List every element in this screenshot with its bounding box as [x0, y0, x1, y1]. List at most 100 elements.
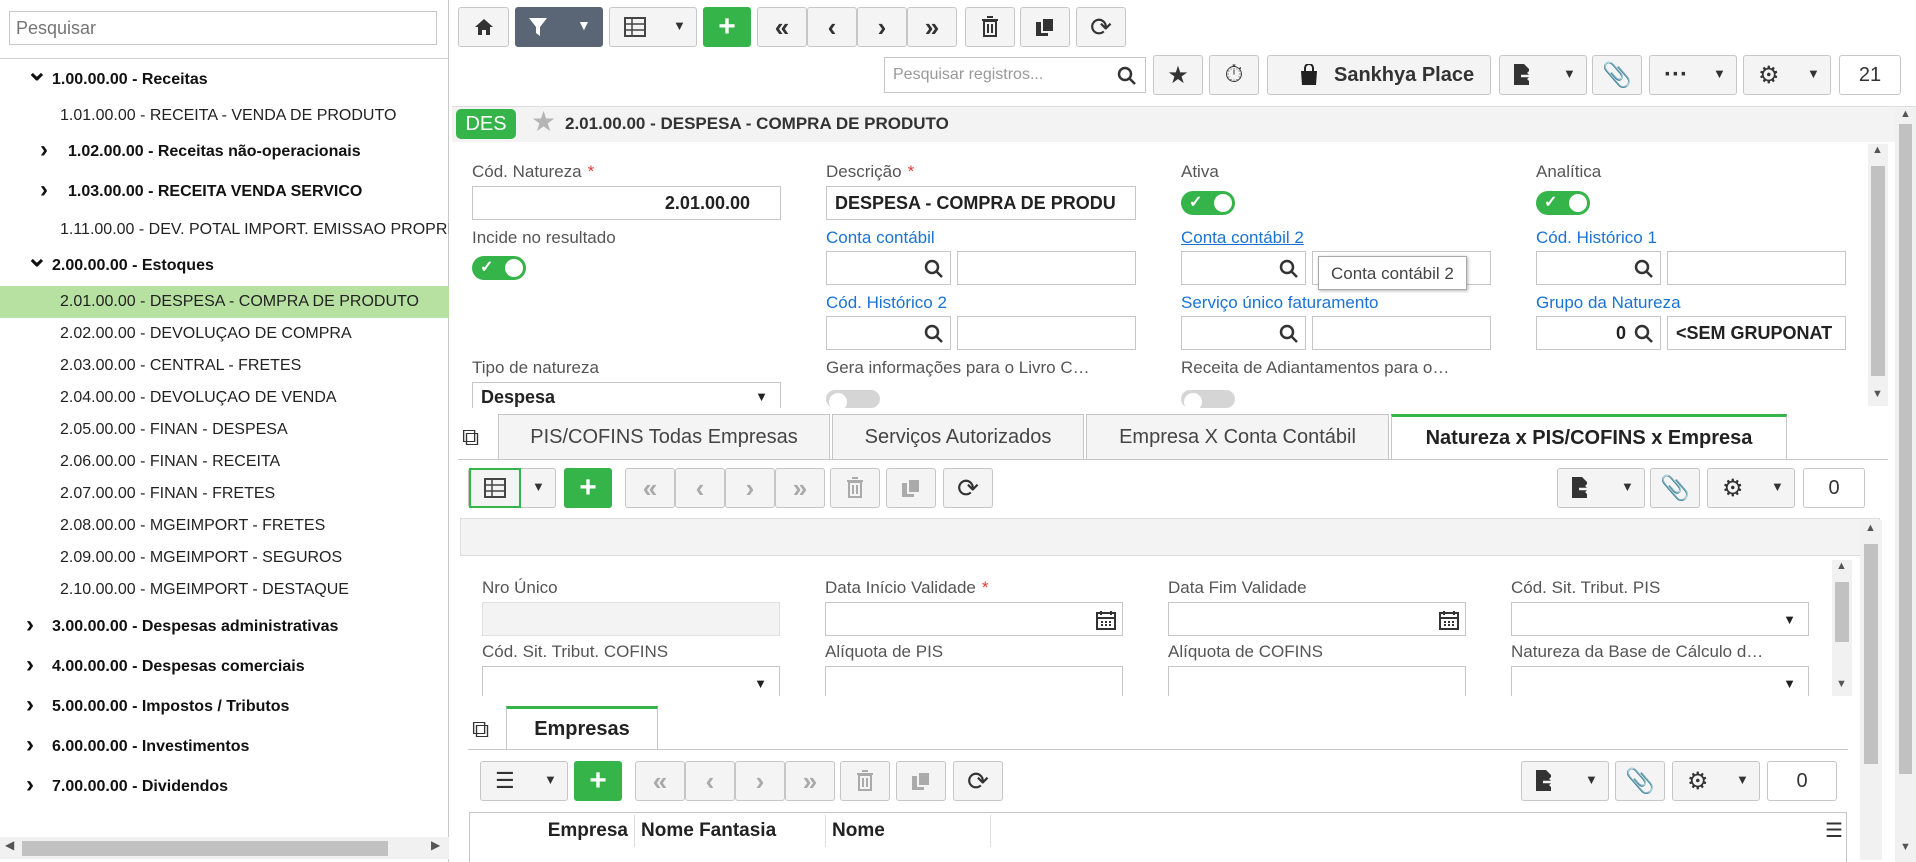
delete-button[interactable]: [965, 7, 1015, 47]
chevron-right-icon[interactable]: ›: [40, 136, 48, 166]
cod-historico1-code-field[interactable]: [1536, 251, 1661, 285]
favorite-button[interactable]: ★: [1153, 55, 1203, 95]
tree-item[interactable]: 2.08.00.00 - MGEIMPORT - FRETES: [0, 510, 449, 542]
duplicate-button[interactable]: [1020, 7, 1070, 47]
search-icon[interactable]: [1117, 66, 1137, 86]
data-inicio-field[interactable]: [825, 602, 1123, 636]
conta-contabil2-label[interactable]: Conta contábil 2: [1181, 228, 1304, 248]
tree-search-input[interactable]: [9, 11, 437, 45]
tree-item[interactable]: 2.02.00.00 - DEVOLUÇAO DE COMPRA: [0, 318, 449, 350]
tipo-natureza-select[interactable]: Despesa ▼: [472, 382, 781, 408]
scroll-up-icon[interactable]: ▲: [1836, 560, 1847, 572]
form-vertical-scrollbar[interactable]: ▲ ▼: [1868, 144, 1888, 406]
column-header-empresa[interactable]: Empresa: [470, 815, 635, 847]
cod-historico2-code-field[interactable]: [826, 316, 951, 350]
cod-historico1-label[interactable]: Cód. Histórico 1: [1536, 228, 1657, 248]
copy-icon[interactable]: ⧉: [472, 716, 489, 744]
tree-item[interactable]: › 4.00.00.00 - Despesas comerciais: [0, 651, 449, 683]
scroll-thumb[interactable]: [22, 841, 388, 856]
timer-button[interactable]: ⏱: [1209, 55, 1259, 95]
calendar-icon[interactable]: [1439, 610, 1459, 630]
tree-item[interactable]: › 6.00.00.00 - Investimentos: [0, 731, 449, 763]
add-button[interactable]: +: [564, 468, 612, 508]
servico-unico-label[interactable]: Serviço único faturamento: [1181, 293, 1379, 313]
subform-vertical-scrollbar[interactable]: ▲ ▼: [1832, 560, 1852, 696]
scroll-right-icon[interactable]: ▶: [431, 838, 440, 852]
settings-button[interactable]: ⚙ ▼: [1707, 468, 1795, 508]
tree-item[interactable]: 1.01.00.00 - RECEITA - VENDA DE PRODUTO: [0, 100, 449, 132]
scroll-down-icon[interactable]: ▼: [1872, 388, 1883, 400]
home-button[interactable]: [458, 7, 509, 47]
cst-cofins-select[interactable]: ▼: [482, 666, 780, 696]
scroll-thumb[interactable]: [1871, 166, 1885, 376]
next-record-button[interactable]: ›: [735, 761, 785, 801]
chevron-down-icon[interactable]: ▼: [1563, 66, 1576, 81]
previous-record-button[interactable]: ‹: [685, 761, 735, 801]
chevron-right-icon[interactable]: ›: [26, 611, 34, 641]
search-icon[interactable]: [1634, 324, 1654, 344]
tree-item[interactable]: › 7.00.00.00 - Dividendos: [0, 771, 449, 803]
tree-item[interactable]: ⌄ 1.00.00.00 - Receitas: [0, 64, 449, 96]
delete-button[interactable]: [830, 468, 880, 508]
next-record-button[interactable]: ›: [725, 468, 775, 508]
chevron-down-icon[interactable]: ▼: [755, 389, 768, 404]
incide-toggle[interactable]: ✓: [472, 256, 526, 280]
cod-natureza-field[interactable]: 2.01.00.00: [472, 186, 781, 220]
chevron-right-icon[interactable]: ›: [26, 651, 34, 681]
chevron-down-icon[interactable]: ▼: [1771, 479, 1784, 494]
scroll-thumb[interactable]: [1899, 124, 1912, 774]
tree-item[interactable]: 2.05.00.00 - FINAN - DESPESA: [0, 414, 449, 446]
last-record-button[interactable]: »: [907, 7, 957, 47]
grid-view-button[interactable]: ▼: [468, 468, 556, 508]
last-record-button[interactable]: »: [785, 761, 835, 801]
refresh-button[interactable]: ⟳: [953, 761, 1003, 801]
tab-servicos-autorizados[interactable]: Serviços Autorizados: [832, 414, 1084, 460]
tree-item[interactable]: 2.03.00.00 - CENTRAL - FRETES: [0, 350, 449, 382]
column-header-nome[interactable]: Nome: [826, 815, 991, 847]
add-button[interactable]: +: [574, 761, 622, 801]
attachment-button[interactable]: 📎: [1650, 468, 1700, 508]
star-icon[interactable]: ★: [531, 105, 556, 138]
scroll-thumb[interactable]: [1835, 582, 1849, 642]
grupo-natureza-label[interactable]: Grupo da Natureza: [1536, 293, 1681, 313]
tab-empresas[interactable]: Empresas: [506, 706, 658, 750]
livro-toggle[interactable]: [826, 390, 880, 411]
copy-icon[interactable]: ⧉: [462, 424, 479, 452]
tree-item[interactable]: › 1.03.00.00 - RECEITA VENDA SERVICO: [0, 176, 449, 208]
conta-contabil-label[interactable]: Conta contábil: [826, 228, 935, 248]
chevron-down-icon[interactable]: ▼: [1807, 66, 1820, 81]
add-button[interactable]: +: [703, 7, 751, 47]
first-record-button[interactable]: «: [757, 7, 807, 47]
first-record-button[interactable]: «: [625, 468, 675, 508]
column-header-nome-fantasia[interactable]: Nome Fantasia: [635, 815, 826, 847]
search-icon[interactable]: [924, 259, 944, 279]
ativa-toggle[interactable]: ✓: [1181, 191, 1235, 215]
refresh-button[interactable]: ⟳: [1076, 7, 1126, 47]
sankhya-place-button[interactable]: Sankhya Place: [1267, 55, 1491, 95]
export-button[interactable]: ▼: [1557, 468, 1645, 508]
aliquota-pis-field[interactable]: [825, 666, 1123, 696]
chevron-down-icon[interactable]: ▼: [1585, 772, 1598, 787]
chevron-down-icon[interactable]: ▼: [754, 676, 767, 691]
last-record-button[interactable]: »: [775, 468, 825, 508]
attachment-button[interactable]: 📎: [1592, 55, 1642, 95]
column-menu-icon[interactable]: ☰: [1821, 815, 1847, 847]
calendar-icon[interactable]: [1096, 610, 1116, 630]
natureza-base-select[interactable]: ▼: [1511, 666, 1809, 696]
grupo-natureza-code-field[interactable]: 0: [1536, 316, 1661, 350]
servico-unico-code-field[interactable]: [1181, 316, 1306, 350]
chevron-down-icon[interactable]: ▼: [1713, 66, 1726, 81]
tab-natureza-pis-cofins-empresa[interactable]: Natureza x PIS/COFINS x Empresa: [1391, 414, 1787, 460]
chevron-down-icon[interactable]: ⌄: [26, 250, 48, 273]
tree-item[interactable]: 2.07.00.00 - FINAN - FRETES: [0, 478, 449, 510]
tab-empresa-conta-contabil[interactable]: Empresa X Conta Contábil: [1086, 414, 1389, 460]
duplicate-button[interactable]: [886, 468, 936, 508]
scroll-up-icon[interactable]: ▲: [1900, 108, 1911, 120]
scroll-left-icon[interactable]: ◀: [5, 838, 14, 852]
grupo-natureza-desc-field[interactable]: <SEM GRUPONAT: [1667, 316, 1846, 350]
scroll-down-icon[interactable]: ▼: [1836, 678, 1847, 690]
refresh-button[interactable]: ⟳: [943, 468, 993, 508]
subpanel-vertical-scrollbar[interactable]: ▲: [1860, 520, 1882, 860]
conta-contabil-desc-field[interactable]: [957, 251, 1136, 285]
chevron-down-icon[interactable]: ⌄: [26, 64, 48, 87]
